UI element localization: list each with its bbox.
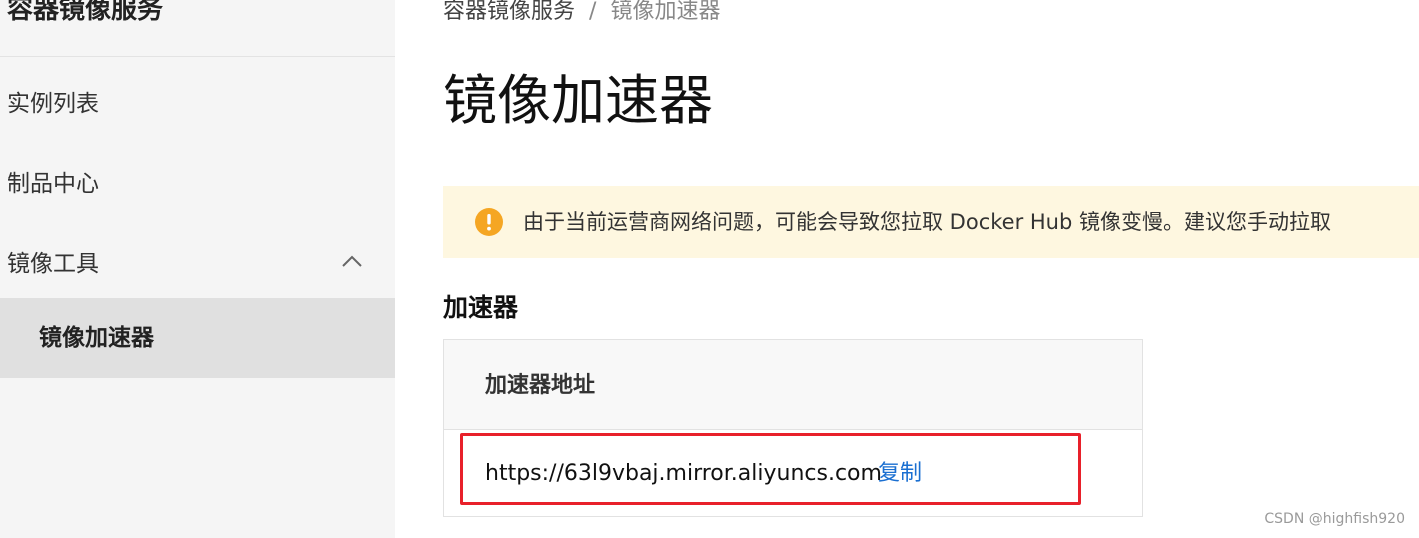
sidebar-item-image-accelerator[interactable]: 镜像加速器 [0,298,395,378]
warning-icon [475,208,503,236]
page-title: 镜像加速器 [443,69,713,132]
sidebar-item-label: 镜像工具 [7,251,99,277]
sidebar: 容器镜像服务 实例列表 制品中心 镜像工具 镜像加速器 [0,0,395,538]
chevron-up-icon[interactable] [341,254,363,268]
sidebar-item-image-tools[interactable]: 镜像工具 [0,224,395,304]
panel-header: 加速器地址 [444,340,1142,430]
sidebar-divider [0,56,395,57]
breadcrumb-parent[interactable]: 容器镜像服务 [443,0,575,24]
copy-link[interactable]: 复制 [878,452,922,496]
watermark: CSDN @highfish920 [1264,511,1405,527]
sidebar-item-instance-list[interactable]: 实例列表 [0,64,395,144]
section-title: 加速器 [443,293,519,322]
accelerator-url: https://63l9vbaj.mirror.aliyuncs.com [485,461,882,486]
breadcrumb: 容器镜像服务 / 镜像加速器 [443,0,720,32]
sidebar-item-label: 镜像加速器 [39,325,154,351]
sidebar-item-label: 制品中心 [7,171,99,197]
notice-text: 由于当前运营商网络问题，可能会导致您拉取 Docker Hub 镜像变慢。建议您… [523,210,1331,234]
sidebar-item-artifact-center[interactable]: 制品中心 [0,144,395,224]
notice-banner: 由于当前运营商网络问题，可能会导致您拉取 Docker Hub 镜像变慢。建议您… [443,186,1419,258]
accelerator-address-label: 加速器地址 [485,373,596,398]
breadcrumb-current: 镜像加速器 [610,0,721,24]
sidebar-title: 容器镜像服务 [7,0,164,25]
sidebar-item-label: 实例列表 [7,91,99,117]
breadcrumb-separator: / [589,0,597,24]
